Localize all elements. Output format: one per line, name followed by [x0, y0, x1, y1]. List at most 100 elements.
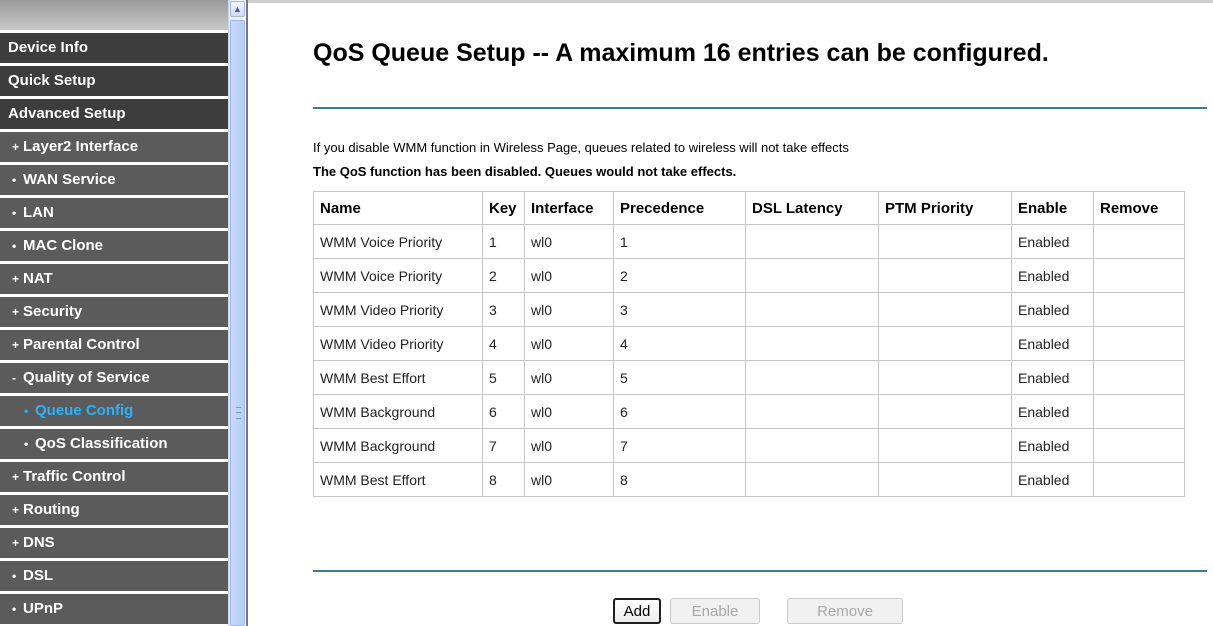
- cell-ptm-priority: [878, 258, 1012, 293]
- menu-bullet-icon: +: [12, 305, 20, 319]
- cell-enable: Enabled: [1011, 292, 1094, 327]
- cell-precedence: 6: [613, 394, 746, 429]
- column-header-enable: Enable: [1011, 191, 1094, 225]
- cell-key: 4: [482, 326, 525, 361]
- cell-ptm-priority: [878, 224, 1012, 259]
- cell-precedence: 8: [613, 462, 746, 497]
- cell-remove: [1093, 394, 1185, 429]
- cell-enable: Enabled: [1011, 394, 1094, 429]
- table-row: WMM Best Effort 8 wl0 8 Enabled: [313, 462, 1185, 497]
- cell-key: 1: [482, 224, 525, 259]
- menu-bullet-icon: •: [24, 404, 29, 418]
- sidebar-item-label: Layer2 Interface: [23, 138, 139, 155]
- sidebar-item-dsl[interactable]: • DSL: [0, 561, 228, 591]
- table-row: WMM Best Effort 5 wl0 5 Enabled: [313, 360, 1185, 395]
- cell-key: 5: [482, 360, 525, 395]
- cell-remove: [1093, 428, 1185, 463]
- cell-remove: [1093, 360, 1185, 395]
- footer-divider: [313, 570, 1207, 572]
- title-divider: [313, 107, 1207, 109]
- table-row: WMM Voice Priority 1 wl0 1 Enabled: [313, 224, 1185, 259]
- sidebar-item-advanced-setup[interactable]: Advanced Setup: [0, 99, 228, 129]
- menu-bullet-icon: +: [12, 272, 20, 286]
- cell-name: WMM Best Effort: [313, 360, 483, 395]
- table-row: WMM Video Priority 4 wl0 4 Enabled: [313, 326, 1185, 361]
- sidebar-item-qos-classification[interactable]: • QoS Classification: [0, 429, 228, 459]
- cell-dsl-latency: [745, 428, 879, 463]
- enable-button[interactable]: Enable: [670, 598, 760, 624]
- qos-disabled-note: The QoS function has been disabled. Queu…: [313, 164, 737, 179]
- sidebar-item-mac-clone[interactable]: • MAC Clone: [0, 231, 228, 261]
- menu-bullet-icon: +: [12, 470, 20, 484]
- sidebar-item-device-info[interactable]: Device Info: [0, 33, 228, 63]
- cell-name: WMM Background: [313, 394, 483, 429]
- sidebar-item-parental-control[interactable]: + Parental Control: [0, 330, 228, 360]
- column-header-interface: Interface: [524, 191, 614, 225]
- sidebar-item-routing[interactable]: + Routing: [0, 495, 228, 525]
- menu-bullet-icon: +: [12, 338, 20, 352]
- cell-interface: wl0: [524, 326, 614, 361]
- queue-table-body: WMM Voice Priority 1 wl0 1 Enabled WMM Voice …: [313, 224, 1185, 497]
- sidebar-item-label: Queue Config: [35, 402, 134, 419]
- cell-enable: Enabled: [1011, 258, 1094, 293]
- column-header-name: Name: [313, 191, 483, 225]
- sidebar-item-label: UPnP: [23, 600, 64, 617]
- sidebar-item-label: Quality of Service: [23, 369, 150, 386]
- sidebar-item-label: Parental Control: [23, 336, 140, 353]
- sidebar-scrollbar[interactable]: ▲: [228, 0, 245, 626]
- cell-key: 2: [482, 258, 525, 293]
- cell-enable: Enabled: [1011, 462, 1094, 497]
- cell-enable: Enabled: [1011, 326, 1094, 361]
- cell-remove: [1093, 462, 1185, 497]
- sidebar-item-security[interactable]: + Security: [0, 297, 228, 327]
- sidebar-item-upnp[interactable]: • UPnP: [0, 594, 228, 624]
- sidebar-item-label: Advanced Setup: [8, 105, 126, 122]
- cell-interface: wl0: [524, 360, 614, 395]
- table-row: WMM Video Priority 3 wl0 3 Enabled: [313, 292, 1185, 327]
- cell-name: WMM Voice Priority: [313, 258, 483, 293]
- sidebar-item-queue-config[interactable]: • Queue Config: [0, 396, 228, 426]
- sidebar-item-label: DSL: [23, 567, 53, 584]
- sidebar-item-layer2-interface[interactable]: + Layer2 Interface: [0, 132, 228, 162]
- column-header-precedence: Precedence: [613, 191, 746, 225]
- menu-bullet-icon: +: [12, 536, 20, 550]
- table-row: WMM Background 7 wl0 7 Enabled: [313, 428, 1185, 463]
- column-header-remove: Remove: [1093, 191, 1185, 225]
- menu-bullet-icon: +: [12, 140, 20, 154]
- cell-precedence: 3: [613, 292, 746, 327]
- sidebar-item-nat[interactable]: + NAT: [0, 264, 228, 294]
- sidebar-item-label: NAT: [23, 270, 53, 287]
- sidebar-item-wan-service[interactable]: • WAN Service: [0, 165, 228, 195]
- remove-button[interactable]: Remove: [787, 598, 903, 624]
- menu-bullet-icon: •: [12, 173, 17, 187]
- sidebar-item-quality-of-service[interactable]: - Quality of Service: [0, 363, 228, 393]
- sidebar: Device Info Quick Setup Advanced Setup + Lay…: [0, 0, 228, 626]
- main-content: QoS Queue Setup -- A maximum 16 entries …: [248, 0, 1213, 626]
- cell-interface: wl0: [524, 462, 614, 497]
- cell-precedence: 4: [613, 326, 746, 361]
- cell-key: 3: [482, 292, 525, 327]
- cell-name: WMM Voice Priority: [313, 224, 483, 259]
- sidebar-item-dns[interactable]: + DNS: [0, 528, 228, 558]
- cell-key: 6: [482, 394, 525, 429]
- table-row: WMM Background 6 wl0 6 Enabled: [313, 394, 1185, 429]
- scroll-up-arrow-icon[interactable]: ▲: [230, 1, 245, 17]
- cell-enable: Enabled: [1011, 360, 1094, 395]
- add-button[interactable]: Add: [613, 598, 661, 624]
- cell-name: WMM Best Effort: [313, 462, 483, 497]
- sidebar-item-traffic-control[interactable]: + Traffic Control: [0, 462, 228, 492]
- page-title: QoS Queue Setup -- A maximum 16 entries …: [313, 39, 1049, 67]
- cell-remove: [1093, 224, 1185, 259]
- queue-table: Name Key Interface Precedence DSL Latenc…: [313, 191, 1185, 497]
- cell-ptm-priority: [878, 360, 1012, 395]
- cell-ptm-priority: [878, 326, 1012, 361]
- cell-remove: [1093, 326, 1185, 361]
- table-header-row: Name Key Interface Precedence DSL Latenc…: [313, 191, 1185, 225]
- sidebar-item-label: MAC Clone: [23, 237, 103, 254]
- sidebar-item-quick-setup[interactable]: Quick Setup: [0, 66, 228, 96]
- nav-menu: Device Info Quick Setup Advanced Setup + Lay…: [0, 33, 228, 626]
- menu-bullet-icon: +: [12, 503, 20, 517]
- sidebar-item-lan[interactable]: • LAN: [0, 198, 228, 228]
- sidebar-item-label: Quick Setup: [8, 72, 96, 89]
- scrollbar-thumb[interactable]: [230, 20, 245, 626]
